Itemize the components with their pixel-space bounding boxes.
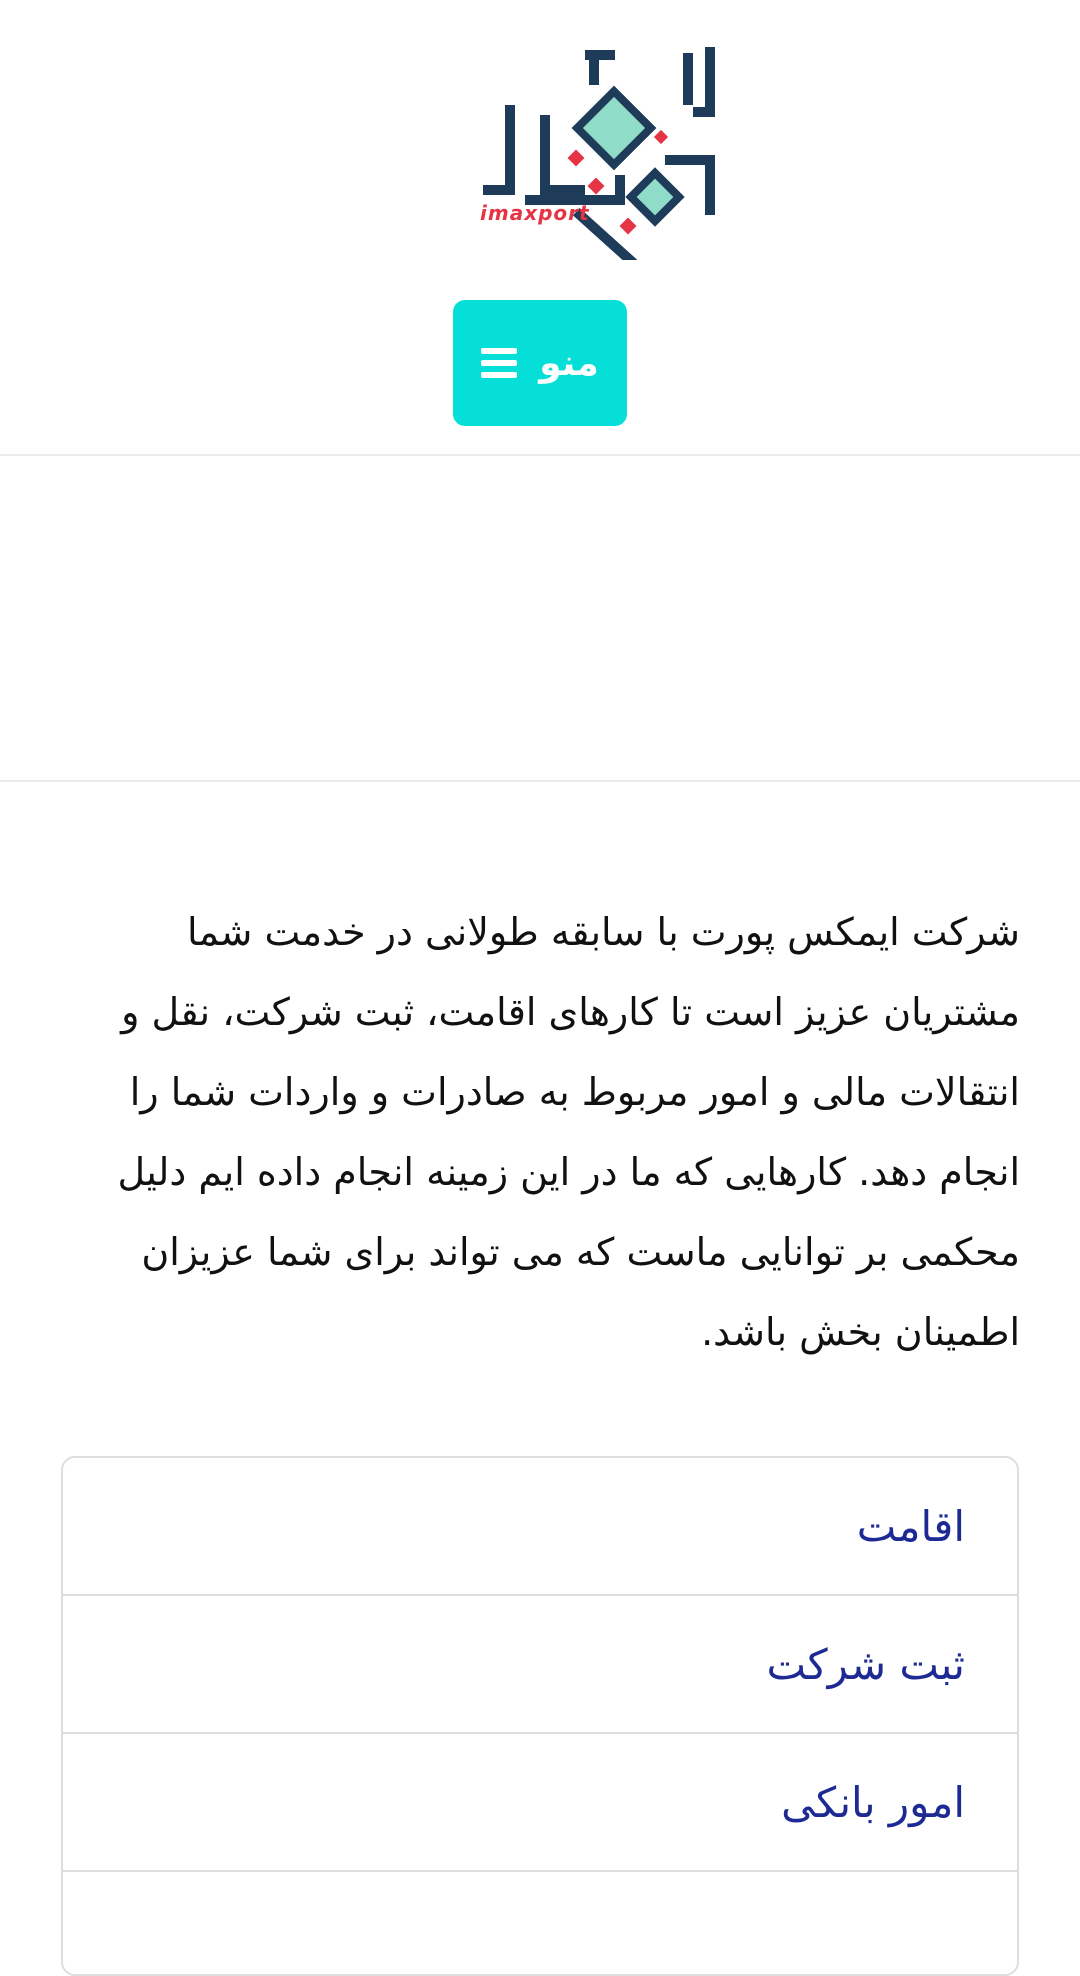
banner-area — [0, 456, 1080, 782]
logo-caption: imaxport — [480, 201, 590, 225]
service-item-residence[interactable]: اقامت — [63, 1458, 1017, 1596]
services-list: اقامت ثبت شرکت امور بانکی — [61, 1456, 1019, 1976]
site-header: imaxport منو — [0, 0, 1080, 456]
logo-graphic — [483, 47, 715, 260]
hamburger-icon — [481, 348, 518, 378]
service-item-company-registration[interactable]: ثبت شرکت — [63, 1596, 1017, 1734]
service-item-partial[interactable] — [63, 1872, 1017, 1974]
menu-button[interactable]: منو — [453, 300, 627, 426]
imaxport-logo[interactable]: imaxport — [470, 40, 730, 260]
intro-paragraph: شرکت ایمکس پورت با سابقه طولانی در خدمت … — [117, 910, 1021, 1354]
service-item-banking[interactable]: امور بانکی — [63, 1734, 1017, 1872]
menu-label: منو — [539, 342, 599, 384]
